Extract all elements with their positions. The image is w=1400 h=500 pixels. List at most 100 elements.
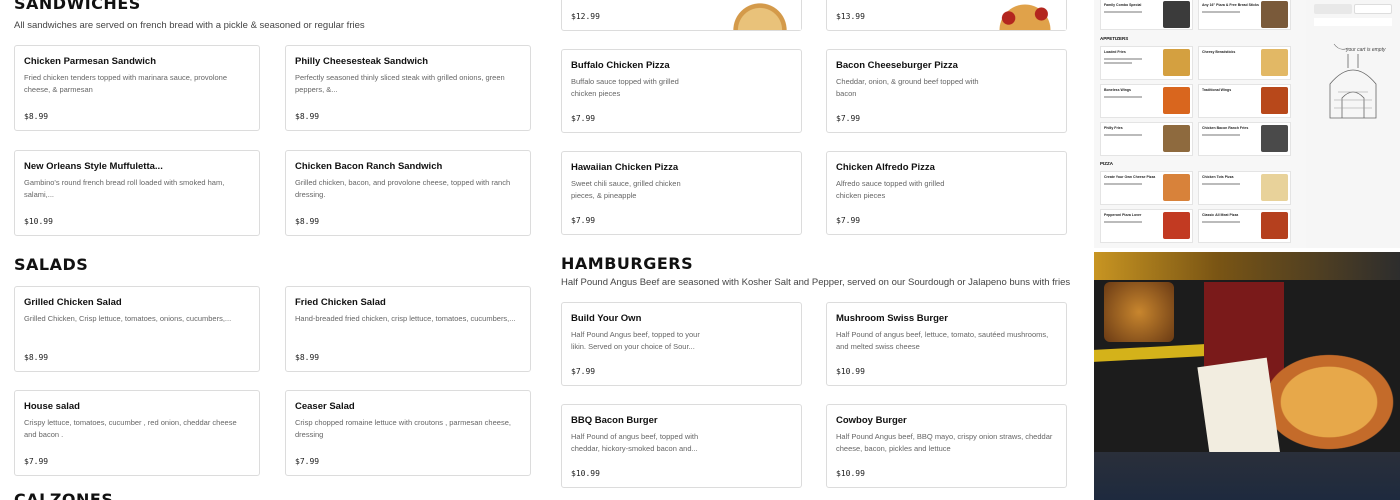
pizza-image xyxy=(719,0,801,30)
menu-item-card[interactable]: Hawaiian Chicken Pizza Sweet chili sauce… xyxy=(561,151,802,235)
item-name: Fried Chicken Salad xyxy=(295,297,386,308)
menu-preview-panel: Family Combo Special Any 16" Pizza & Fre… xyxy=(1094,0,1306,248)
menu-item-card[interactable]: House salad Crispy lettuce, tomatoes, cu… xyxy=(14,390,260,476)
item-price: $7.99 xyxy=(571,367,596,376)
food-image xyxy=(1261,87,1288,114)
item-price: $10.99 xyxy=(836,469,865,478)
menu-item-card[interactable]: New Orleans Style Muffuletta... Gambino'… xyxy=(14,150,260,236)
food-image xyxy=(1163,87,1190,114)
menu-photo-food xyxy=(1104,282,1174,342)
menu-item-card[interactable]: Chicken Alfredo Pizza Alfredo sauce topp… xyxy=(826,151,1067,235)
item-price: $8.99 xyxy=(295,217,320,226)
mini-menu-card[interactable]: Any 16" Pizza & Free Bread Sticks xyxy=(1198,0,1291,30)
menu-item-card[interactable]: Chicken Parmesan Sandwich Fried chicken … xyxy=(14,45,260,131)
menu-item-card[interactable]: $13.99 xyxy=(826,0,1067,31)
food-image xyxy=(1261,49,1288,76)
menu-item-card[interactable]: Bacon Cheeseburger Pizza Cheddar, onion,… xyxy=(826,49,1067,133)
menu-item-card[interactable]: Fried Chicken Salad Hand-breaded fried c… xyxy=(285,286,531,372)
menu-item-card[interactable]: Ceaser Salad Crisp chopped romaine lettu… xyxy=(285,390,531,476)
mini-menu-card[interactable]: Family Combo Special xyxy=(1100,0,1193,30)
item-description: Half Pound Angus beef, topped to your li… xyxy=(571,330,700,351)
item-name: Chicken Parmesan Sandwich xyxy=(24,56,156,67)
mini-item-name: Boneless Wings xyxy=(1104,88,1132,92)
menu-item-card[interactable]: BBQ Bacon Burger Half Pound of angus bee… xyxy=(561,404,802,488)
hamburgers-subtitle: Half Pound Angus Beef are seasoned with … xyxy=(561,277,1071,288)
item-description: Half Pound of angus beef, topped with ch… xyxy=(571,432,699,453)
food-image xyxy=(1163,125,1190,152)
item-description: Grilled chicken, bacon, and provolone ch… xyxy=(295,178,511,199)
mini-menu-card[interactable]: Classic All Meat Pizza xyxy=(1198,209,1291,243)
mini-item-name: Create Your Own Cheese Pizza xyxy=(1104,175,1156,179)
item-description: Buffalo sauce topped with grilled chicke… xyxy=(571,77,679,98)
menu-item-card[interactable]: Grilled Chicken Salad Grilled Chicken, C… xyxy=(14,286,260,372)
mini-item-name: Classic All Meat Pizza xyxy=(1202,213,1239,217)
mini-menu-card[interactable]: Create Your Own Cheese Pizza xyxy=(1100,171,1193,205)
item-name: Mushroom Swiss Burger xyxy=(836,313,948,324)
item-name: New Orleans Style Muffuletta... xyxy=(24,161,163,172)
mini-item-name: Traditional Wings xyxy=(1202,88,1232,92)
cart-tab-left[interactable] xyxy=(1314,4,1352,14)
mini-menu-card[interactable]: Pepperoni Pizza Lover xyxy=(1100,209,1193,243)
item-name: House salad xyxy=(24,401,80,412)
mini-menu-card[interactable]: Traditional Wings xyxy=(1198,84,1291,118)
pizza-heading: PIZZA xyxy=(1100,161,1113,166)
item-price: $7.99 xyxy=(571,114,596,123)
mini-item-name: Chicken Bacon Ranch Fries xyxy=(1202,126,1249,130)
pizza-oven-illustration xyxy=(1329,43,1377,119)
mini-menu-card[interactable]: Cheesy Breadsticks xyxy=(1198,46,1291,80)
item-price: $7.99 xyxy=(24,457,49,466)
item-price: $7.99 xyxy=(571,216,596,225)
food-image xyxy=(1163,49,1190,76)
food-image xyxy=(1163,1,1190,28)
cart-panel: your cart is empty xyxy=(1306,0,1400,248)
cart-tab-right[interactable] xyxy=(1354,4,1392,14)
pizza-image xyxy=(984,0,1066,30)
menu-photo xyxy=(1094,252,1400,500)
item-price: $7.99 xyxy=(836,216,861,225)
menu-item-card[interactable]: Build Your Own Half Pound Angus beef, to… xyxy=(561,302,802,386)
mini-menu-card[interactable]: Philly Fries xyxy=(1100,122,1193,156)
mini-item-name: Any 16" Pizza & Free Bread Sticks xyxy=(1202,3,1259,7)
item-name: Hawaiian Chicken Pizza xyxy=(571,162,679,173)
item-name: Philly Cheesesteak Sandwich xyxy=(295,56,429,67)
menu-item-card[interactable]: Buffalo Chicken Pizza Buffalo sauce topp… xyxy=(561,49,802,133)
item-description: Hand-breaded fried chicken, crisp lettuc… xyxy=(295,314,516,323)
item-description: Perfectly seasoned thinly sliced steak w… xyxy=(295,73,505,94)
item-price: $13.99 xyxy=(836,12,865,21)
item-name: BBQ Bacon Burger xyxy=(571,415,658,426)
menu-item-card[interactable]: Cowboy Burger Half Pound Angus beef, BBQ… xyxy=(826,404,1067,488)
mini-menu-card[interactable]: Chicken Tots Pizza xyxy=(1198,171,1291,205)
food-image xyxy=(1261,1,1288,28)
mini-item-name: Philly Fries xyxy=(1104,126,1123,130)
item-name: Build Your Own xyxy=(571,313,642,324)
item-description: Crispy lettuce, tomatoes, cucumber , red… xyxy=(24,418,237,439)
item-name: Buffalo Chicken Pizza xyxy=(571,60,670,71)
item-name: Chicken Bacon Ranch Sandwich xyxy=(295,161,443,172)
item-price: $10.99 xyxy=(571,469,600,478)
mini-item-name: Family Combo Special xyxy=(1104,3,1142,7)
mini-menu-card[interactable]: Chicken Bacon Ranch Fries xyxy=(1198,122,1291,156)
salads-heading: SALADS xyxy=(14,255,89,274)
item-description: Alfredo sauce topped with grilled chicke… xyxy=(836,179,945,200)
item-description: Fried chicken tenders topped with marina… xyxy=(24,73,228,94)
menu-item-card[interactable]: Mushroom Swiss Burger Half Pound of angu… xyxy=(826,302,1067,386)
item-description: Cheddar, onion, & ground beef topped wit… xyxy=(836,77,979,98)
mini-menu-card[interactable]: Loaded Fries xyxy=(1100,46,1193,80)
mini-item-name: Loaded Fries xyxy=(1104,50,1126,54)
item-price: $8.99 xyxy=(24,112,49,121)
item-price: $8.99 xyxy=(295,353,320,362)
item-price: $12.99 xyxy=(571,12,600,21)
item-description: Half Pound of angus beef, lettuce, tomat… xyxy=(836,330,1049,351)
item-price: $10.99 xyxy=(24,217,53,226)
menu-item-card[interactable]: Philly Cheesesteak Sandwich Perfectly se… xyxy=(285,45,531,131)
item-description: Sweet chili sauce, grilled chicken piece… xyxy=(571,179,681,200)
food-image xyxy=(1163,174,1190,201)
menu-item-card[interactable]: $12.99 xyxy=(561,0,802,31)
sandwiches-subtitle: All sandwiches are served on french brea… xyxy=(14,20,365,31)
mini-menu-card[interactable]: Boneless Wings xyxy=(1100,84,1193,118)
food-image xyxy=(1163,212,1190,239)
item-name: Chicken Alfredo Pizza xyxy=(836,162,935,173)
mini-item-name: Chicken Tots Pizza xyxy=(1202,175,1234,179)
appetizers-heading: APPETIZERS xyxy=(1100,36,1129,41)
menu-item-card[interactable]: Chicken Bacon Ranch Sandwich Grilled chi… xyxy=(285,150,531,236)
